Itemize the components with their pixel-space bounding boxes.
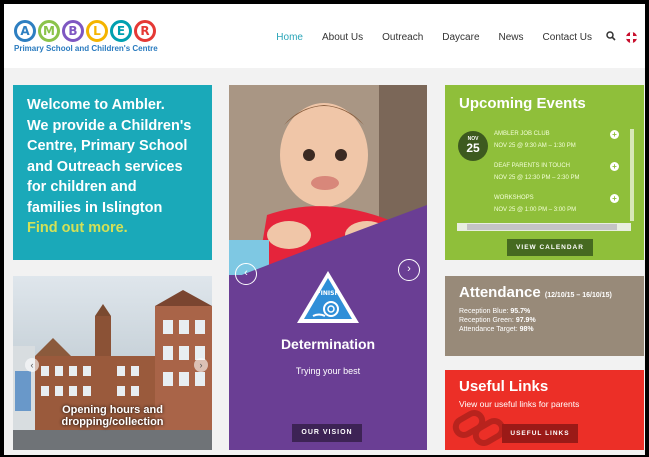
event-title: DEAF PARENTS IN TOUCH (494, 163, 571, 169)
finish-badge-text: FINISH (317, 290, 340, 297)
upcoming-events-tile: Upcoming Events NOV 25 AMBLER JOB CLUB N… (445, 85, 644, 260)
logo-letters: A M B L E R (14, 20, 158, 42)
event-time: NOV 25 @ 9:30 AM – 1:30 PM (494, 143, 576, 149)
photo-caption-line: dropping/collection (61, 416, 164, 428)
welcome-line: for children and (27, 179, 137, 195)
useful-links-tile: Useful Links View our useful links for p… (445, 370, 644, 450)
attendance-header: Attendance (12/10/15 – 16/10/15) (459, 284, 630, 301)
slider-prev-arrow[interactable]: ‹ (235, 263, 257, 285)
main-nav: Home About Us Outreach Daycare News Cont… (257, 31, 637, 44)
welcome-line: Welcome to Ambler. (27, 97, 165, 113)
photo-caption[interactable]: Opening hours and dropping/collection (13, 404, 212, 428)
photo-next-arrow[interactable]: › (194, 358, 208, 372)
nav-contact-us[interactable]: Contact Us (543, 32, 592, 43)
welcome-line: families in Islington (27, 199, 163, 216)
logo-subtitle: Primary School and Children's Centre (14, 44, 158, 53)
welcome-line: and Outreach services (27, 158, 183, 175)
logo-letter: E (110, 20, 132, 42)
nav-outreach[interactable]: Outreach (382, 32, 423, 43)
nav-home[interactable]: Home (276, 32, 303, 43)
attendance-title: Attendance (459, 284, 541, 301)
logo-letter: R (134, 20, 156, 42)
view-calendar-button[interactable]: VIEW CALENDAR (507, 239, 593, 256)
events-title: Upcoming Events (459, 95, 586, 112)
ambler-logo[interactable]: A M B L E R Primary School and Children'… (14, 20, 158, 53)
event-title: WORKSHOPS (494, 195, 534, 201)
attendance-period: (12/10/15 – 16/10/15) (544, 292, 612, 299)
slider-next-arrow[interactable]: › (398, 259, 420, 281)
events-horizontal-scrollbar[interactable] (457, 223, 631, 231)
page: A M B L E R Primary School and Children'… (4, 4, 645, 455)
event-item[interactable]: WORKSHOPS NOV 25 @ 1:00 PM – 3:00 PM (494, 195, 576, 213)
snail-finish-badge-icon: FINISH (297, 271, 359, 323)
slide-subtitle: Trying your best (295, 366, 361, 376)
attendance-line: Reception Green: 97.9% (459, 317, 536, 324)
event-time: NOV 25 @ 1:00 PM – 3:00 PM (494, 207, 577, 213)
attendance-tile: Attendance (12/10/15 – 16/10/15) Recepti… (445, 276, 644, 356)
event-day: 25 (466, 141, 480, 155)
event-title: AMBLER JOB CLUB (494, 131, 550, 137)
plus-icon[interactable]: + (610, 130, 619, 139)
events-list: NOV 25 AMBLER JOB CLUB NOV 25 @ 9:30 AM … (454, 127, 636, 227)
logo-letter: B (62, 20, 84, 42)
useful-links-title: Useful Links (459, 378, 549, 395)
nav-daycare[interactable]: Daycare (442, 32, 479, 43)
search-icon[interactable] (606, 31, 616, 44)
logo-letter: L (86, 20, 108, 42)
photo-prev-arrow[interactable]: ‹ (25, 358, 39, 372)
scrollbar-thumb[interactable] (467, 224, 617, 230)
photo-caption-line: Opening hours and (62, 404, 163, 416)
plus-icon[interactable]: + (610, 162, 619, 171)
find-out-more-link[interactable]: Find out more. (27, 218, 198, 239)
our-vision-button[interactable]: OUR VISION (292, 424, 362, 442)
logo-letter: M (38, 20, 60, 42)
attendance-stats: Reception Blue: 95.7% Reception Green: 9… (459, 307, 630, 334)
events-vertical-scrollbar[interactable] (630, 129, 634, 221)
nav-news[interactable]: News (499, 32, 524, 43)
event-date-badge: NOV 25 (458, 131, 488, 161)
attendance-line: Attendance Target: 98% (459, 326, 534, 333)
school-photo-tile[interactable]: ‹ › Opening hours and dropping/collectio… (13, 276, 212, 450)
welcome-line: Centre, Primary School (27, 138, 188, 154)
slide-title: Determination (280, 336, 376, 352)
uk-flag-icon[interactable] (626, 32, 637, 43)
welcome-line: We provide a Children's (27, 117, 192, 134)
event-time: NOV 25 @ 12:30 PM – 2:30 PM (494, 175, 580, 181)
plus-icon[interactable]: + (610, 194, 619, 203)
event-item[interactable]: DEAF PARENTS IN TOUCH NOV 25 @ 12:30 PM … (494, 163, 579, 181)
welcome-tile[interactable]: Welcome to Ambler. We provide a Children… (13, 85, 212, 260)
nav-about-us[interactable]: About Us (322, 32, 363, 43)
useful-links-button[interactable]: USEFUL LINKS (502, 424, 578, 443)
logo-letter: A (14, 20, 36, 42)
site-header: A M B L E R Primary School and Children'… (4, 4, 645, 68)
attendance-line: Reception Blue: 95.7% (459, 308, 531, 315)
values-slider: ‹ › FINISH Determination Trying your bes… (229, 85, 427, 450)
event-item[interactable]: AMBLER JOB CLUB NOV 25 @ 9:30 AM – 1:30 … (494, 131, 576, 149)
